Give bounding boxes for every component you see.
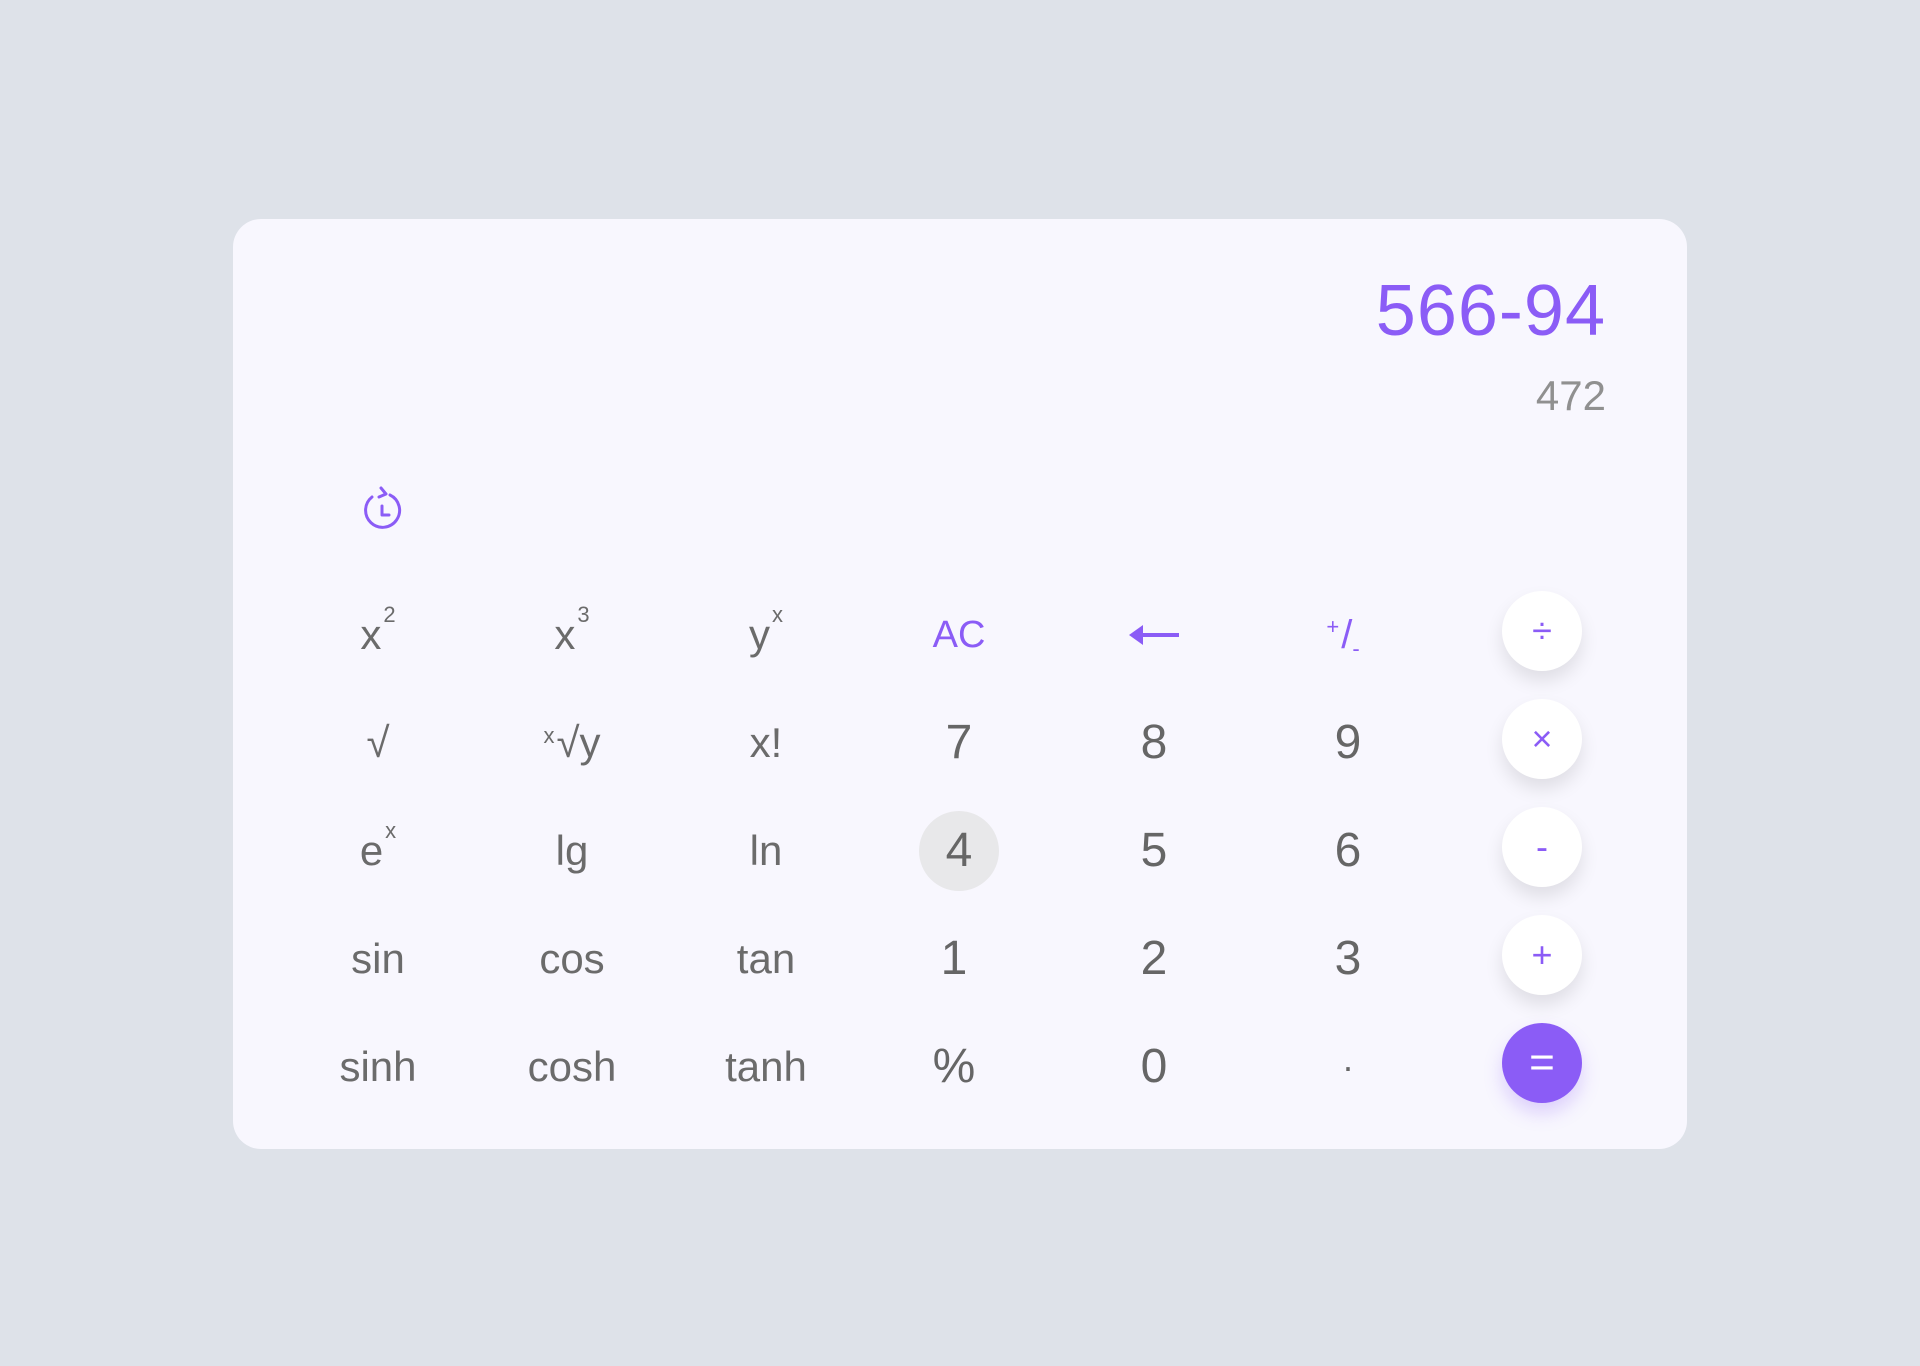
left-arrow-icon <box>1129 625 1179 645</box>
cube-key-base: x <box>554 611 576 658</box>
nth-root-key[interactable]: x√y <box>492 698 652 788</box>
digit-9-label: 9 <box>1334 716 1362 769</box>
log10-key[interactable]: lg <box>492 806 652 896</box>
divide-button[interactable]: ÷ <box>1502 591 1582 671</box>
sin-label: sin <box>351 935 405 982</box>
multiply-label: × <box>1531 718 1553 759</box>
digit-7-label: 7 <box>945 716 973 769</box>
exp-key[interactable]: ex <box>298 806 458 896</box>
log10-label: lg <box>555 827 589 874</box>
nth-root-base: √y <box>556 719 601 766</box>
cosh-key[interactable]: cosh <box>492 1022 652 1112</box>
natural-log-label: ln <box>749 827 783 874</box>
digit-3-key[interactable]: 3 <box>1268 914 1428 1004</box>
percent-key[interactable]: % <box>874 1022 1034 1112</box>
digit-6-label: 6 <box>1334 824 1362 877</box>
exp-key-exponent: x <box>385 818 397 843</box>
clear-button[interactable]: AC <box>879 590 1039 680</box>
digit-4-key[interactable]: 4 <box>879 806 1039 896</box>
digit-8-label: 8 <box>1140 716 1168 769</box>
factorial-label: x! <box>749 719 783 766</box>
power-key[interactable]: yx <box>686 590 846 680</box>
tanh-label: tanh <box>725 1043 807 1090</box>
sinh-label: sinh <box>339 1043 417 1090</box>
digit-5-label: 5 <box>1140 824 1168 877</box>
digit-2-key[interactable]: 2 <box>1074 914 1234 1004</box>
digit-8-key[interactable]: 8 <box>1074 698 1234 788</box>
tan-key[interactable]: tan <box>686 914 846 1004</box>
subtract-button[interactable]: - <box>1502 807 1582 887</box>
sign-slash: / <box>1341 613 1353 657</box>
exp-key-base: e <box>359 827 384 874</box>
digit-1-label: 1 <box>940 932 968 985</box>
cube-key-exponent: 3 <box>577 602 590 627</box>
subtract-label: - <box>1536 826 1548 867</box>
sign-plus: + <box>1326 614 1340 639</box>
digit-1-key[interactable]: 1 <box>874 914 1034 1004</box>
square-key-base: x <box>360 611 382 658</box>
digit-9-key[interactable]: 9 <box>1268 698 1428 788</box>
digit-4-label: 4 <box>945 824 973 877</box>
add-button[interactable]: + <box>1502 915 1582 995</box>
nth-root-index: x <box>543 723 555 748</box>
cos-label: cos <box>539 935 605 982</box>
equals-label: = <box>1529 1038 1555 1087</box>
tanh-key[interactable]: tanh <box>686 1022 846 1112</box>
digit-6-key[interactable]: 6 <box>1268 806 1428 896</box>
add-label: + <box>1531 934 1553 975</box>
cosh-label: cosh <box>527 1043 617 1090</box>
square-root-label: √ <box>366 719 390 766</box>
square-key-exponent: 2 <box>383 602 396 627</box>
tan-label: tan <box>736 935 796 982</box>
natural-log-key[interactable]: ln <box>686 806 846 896</box>
keypad: x2 x3 yx AC +/- ÷ √ x√y x! 7 8 9 × ex lg… <box>233 219 1687 1149</box>
digit-2-label: 2 <box>1140 932 1168 985</box>
multiply-button[interactable]: × <box>1502 699 1582 779</box>
equals-button[interactable]: = <box>1502 1023 1582 1103</box>
power-key-exponent: x <box>772 602 783 627</box>
power-key-base: y <box>749 611 770 658</box>
clear-label: AC <box>932 614 986 656</box>
cos-key[interactable]: cos <box>492 914 652 1004</box>
factorial-key[interactable]: x! <box>686 698 846 788</box>
square-root-key[interactable]: √ <box>298 698 458 788</box>
divide-label: ÷ <box>1532 610 1552 651</box>
sin-key[interactable]: sin <box>298 914 458 1004</box>
digit-7-key[interactable]: 7 <box>879 698 1039 788</box>
digit-5-key[interactable]: 5 <box>1074 806 1234 896</box>
percent-label: % <box>932 1040 976 1093</box>
sinh-key[interactable]: sinh <box>298 1022 458 1112</box>
sign-minus: - <box>1352 636 1360 661</box>
square-key[interactable]: x2 <box>298 590 458 680</box>
backspace-button[interactable] <box>1074 590 1234 680</box>
decimal-label: · <box>1342 1046 1354 1087</box>
sign-toggle-button[interactable]: +/- <box>1263 590 1423 680</box>
digit-3-label: 3 <box>1334 932 1362 985</box>
digit-0-label: 0 <box>1140 1040 1168 1093</box>
calculator-card: 566-94 472 x2 x3 yx AC +/- ÷ √ x√y x! 7 … <box>233 219 1687 1149</box>
digit-0-key[interactable]: 0 <box>1074 1022 1234 1112</box>
cube-key[interactable]: x3 <box>492 590 652 680</box>
decimal-key[interactable]: · <box>1268 1022 1428 1112</box>
